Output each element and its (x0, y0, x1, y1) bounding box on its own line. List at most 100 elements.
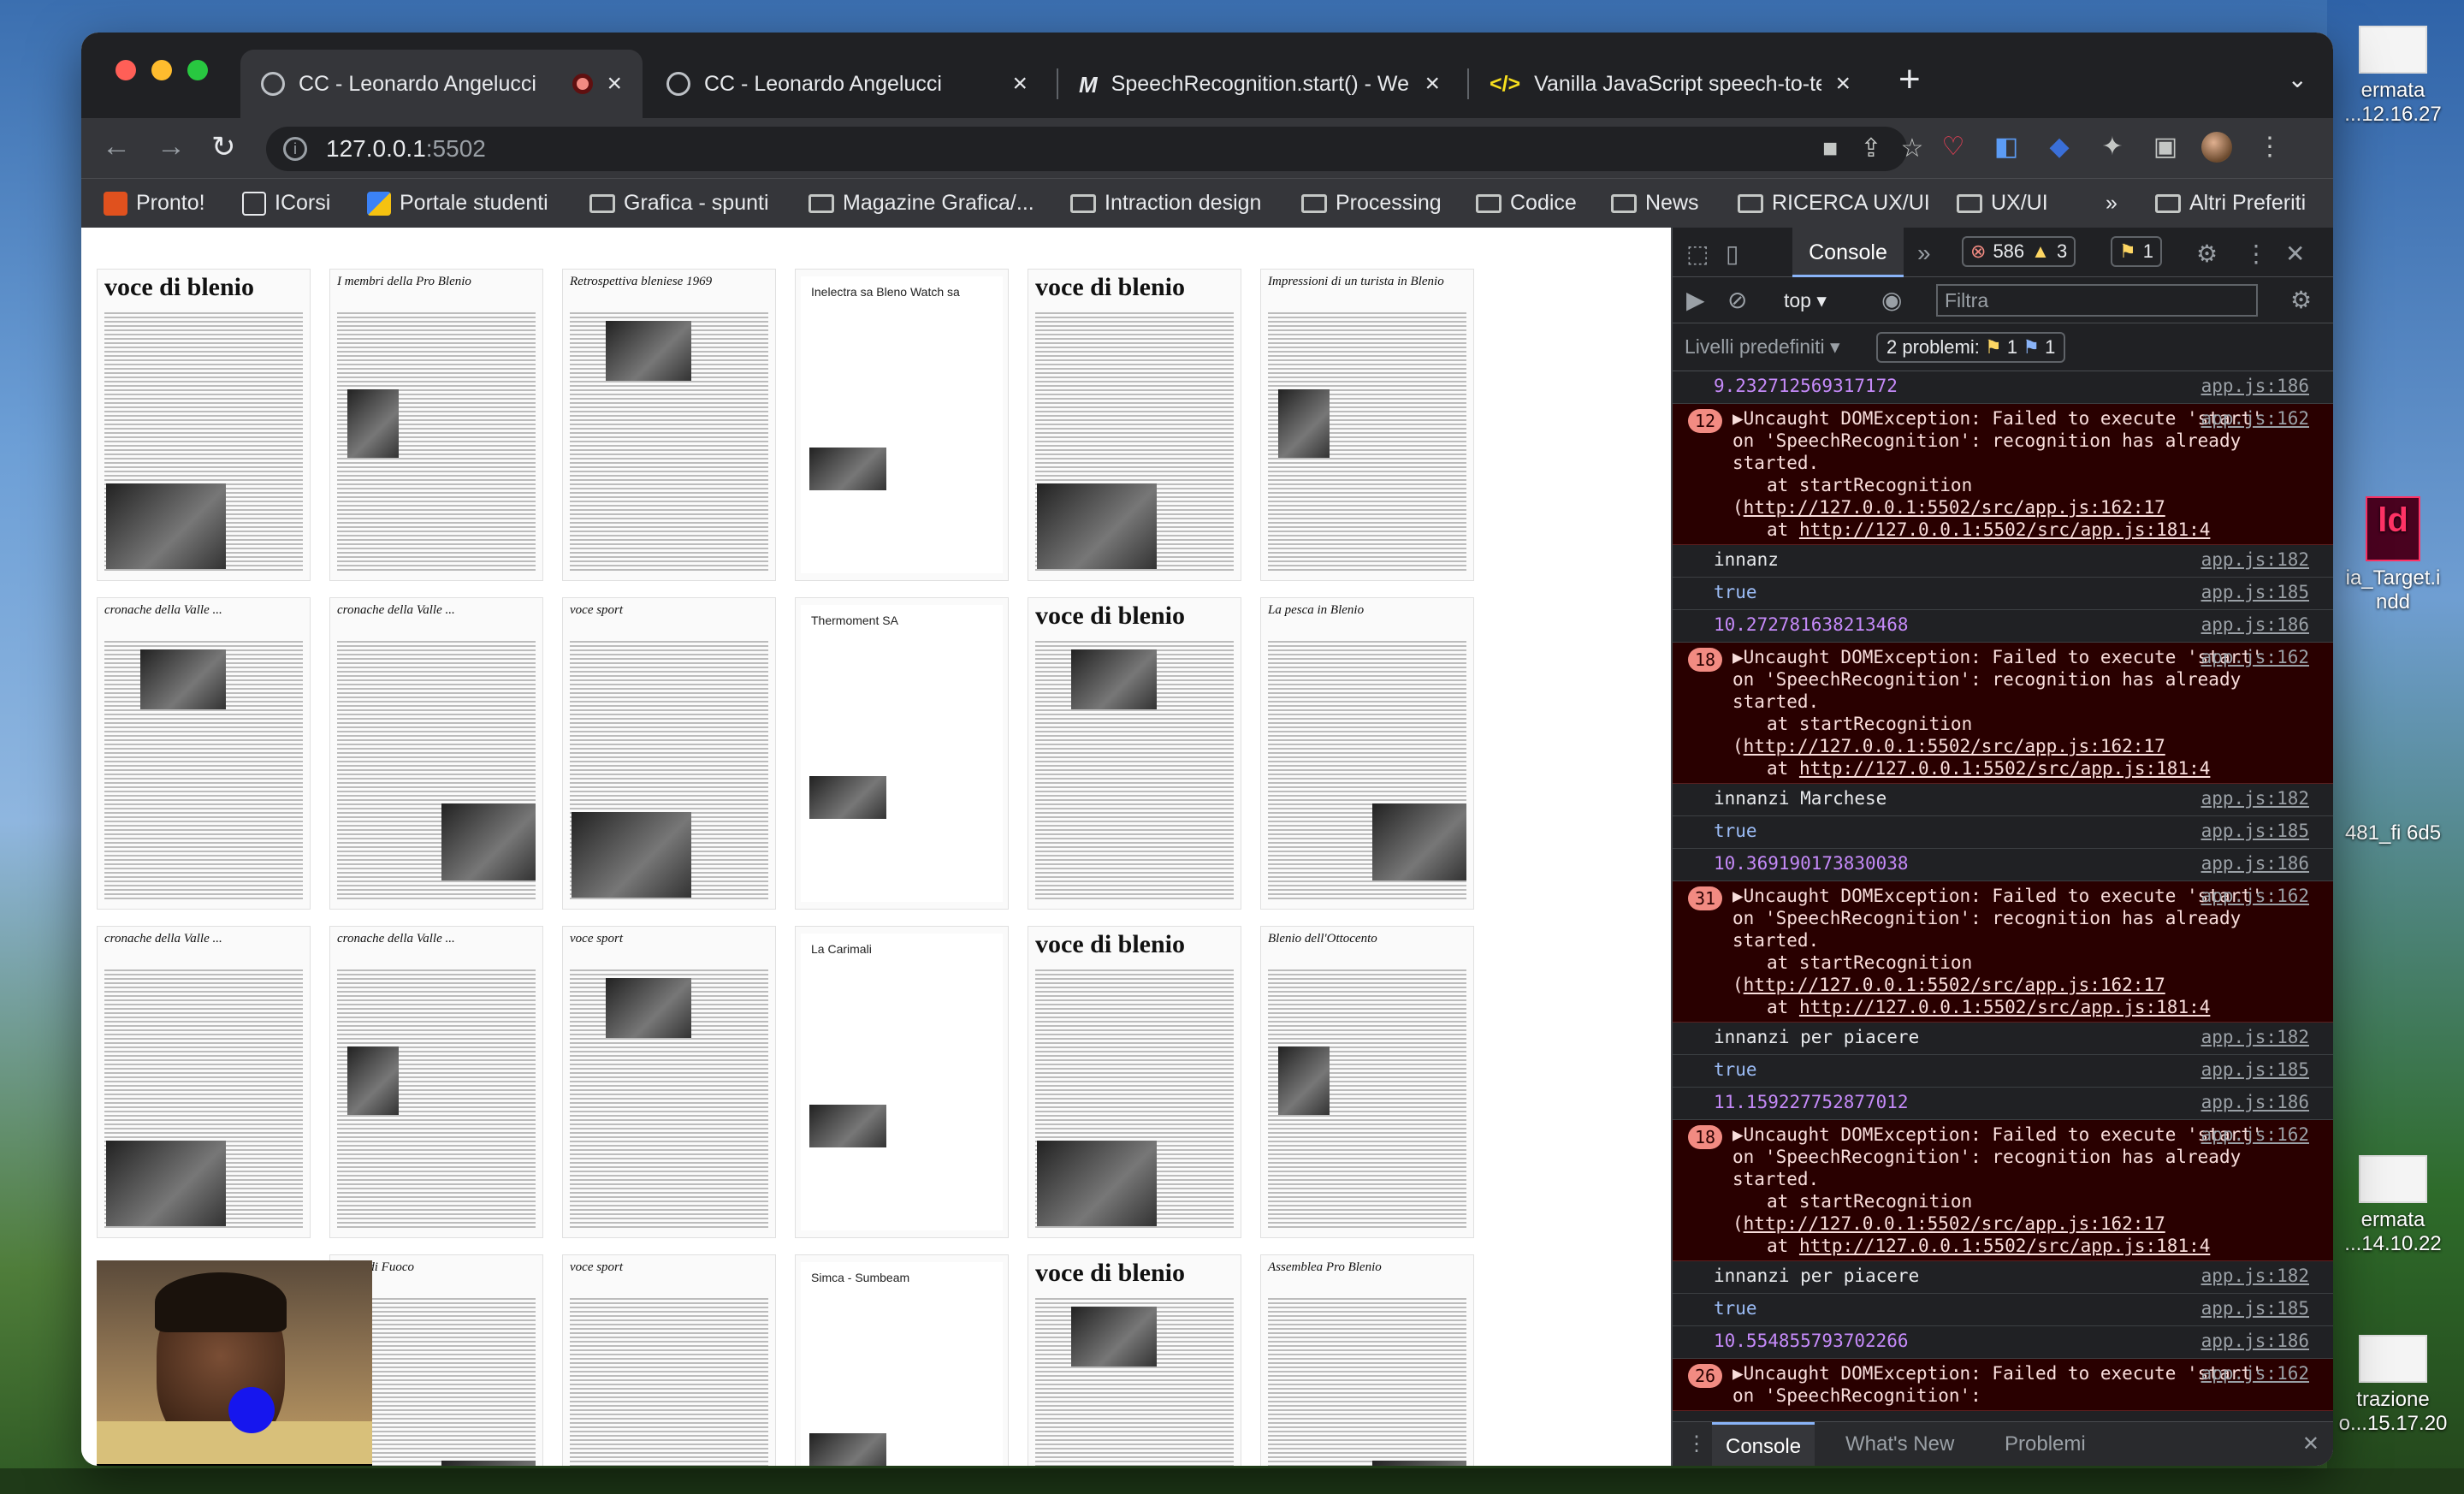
newspaper-page-thumbnail[interactable]: Blenio dell'Ottocento (1260, 926, 1474, 1238)
settings-gear-icon[interactable]: ⚙ (2196, 240, 2218, 268)
newspaper-page-thumbnail[interactable]: La pesca in Blenio (1260, 597, 1474, 910)
source-link[interactable]: app.js:186 (2201, 1330, 2309, 1352)
context-selector[interactable]: top ▾ (1784, 289, 1827, 312)
bookmark-folder-ricerca[interactable]: RICERCA UX/UI (1738, 191, 1930, 216)
source-link[interactable]: app.js:182 (2201, 787, 2309, 809)
close-window-button[interactable] (116, 60, 136, 80)
newspaper-page-thumbnail[interactable]: cronache della Valle ... (329, 926, 543, 1238)
tab-search-chevron-icon[interactable]: ⌄ (2288, 65, 2307, 93)
site-info-icon[interactable]: i (283, 137, 307, 161)
browser-menu-icon[interactable]: ⋮ (2254, 132, 2285, 163)
reading-list-icon[interactable]: ▣ (2150, 132, 2181, 163)
bookmark-star-icon[interactable]: ☆ (1897, 133, 1928, 164)
error-warning-badge[interactable]: ⊗ 586 ▲ 3 (1962, 236, 2076, 267)
close-drawer-icon[interactable]: ✕ (2289, 1422, 2333, 1466)
source-link[interactable]: app.js:162 (2201, 885, 2309, 907)
console-filter-input[interactable]: Filtra (1936, 284, 2258, 317)
close-tab-icon[interactable]: × (1424, 69, 1440, 98)
source-link[interactable]: app.js:185 (2201, 581, 2309, 603)
newspaper-page-thumbnail[interactable]: voce sport (562, 926, 776, 1238)
bookmark-folder-other[interactable]: Altri Preferiti (2155, 191, 2306, 216)
extension-dark-icon[interactable]: ◆ (2044, 132, 2075, 163)
source-link[interactable]: app.js:186 (2201, 375, 2309, 397)
share-icon[interactable]: ⇪ (1856, 133, 1886, 164)
next-button[interactable]: next (97, 1464, 372, 1466)
bookmark-icorsi[interactable]: ICorsi (242, 191, 330, 216)
stack-link[interactable]: http://127.0.0.1:5502/src/app.js:162:17 (1744, 497, 2165, 518)
inspect-element-icon[interactable]: ⬚ (1686, 240, 1709, 268)
desktop-file-extraction[interactable]: trazione o...15.17.20 (2337, 1335, 2449, 1436)
minimize-window-button[interactable] (151, 60, 172, 80)
stack-link[interactable]: http://127.0.0.1:5502/src/app.js:181:4 (1799, 1236, 2210, 1256)
newspaper-page-thumbnail[interactable]: Inelectra sa Bleno Watch sa (795, 269, 1009, 581)
close-devtools-icon[interactable]: ✕ (2285, 240, 2305, 268)
source-link[interactable]: app.js:182 (2201, 548, 2309, 571)
forward-button[interactable]: → (157, 130, 186, 163)
source-link[interactable]: app.js:182 (2201, 1026, 2309, 1048)
drawer-tab-problems[interactable]: Problemi (1991, 1422, 2100, 1466)
stack-link[interactable]: http://127.0.0.1:5502/src/app.js:162:17 (1744, 736, 2165, 756)
newspaper-page-thumbnail[interactable]: cronache della Valle ... (97, 597, 311, 910)
error-message[interactable]: ▶Uncaught DOMException: Failed to execut… (1732, 1124, 2263, 1189)
bookmarks-overflow-button[interactable]: » (2106, 191, 2118, 216)
zoom-window-button[interactable] (187, 60, 208, 80)
newspaper-page-thumbnail[interactable]: Retrospettiva bleniese 1969 (562, 269, 776, 581)
newspaper-page-thumbnail[interactable]: cronache della Valle ... (97, 926, 311, 1238)
clear-console-icon[interactable]: ⊘ (1727, 286, 1747, 314)
source-link[interactable]: app.js:162 (2201, 1362, 2309, 1384)
source-link[interactable]: app.js:185 (2201, 1058, 2309, 1081)
bookmark-folder-interaction[interactable]: Intraction design (1070, 191, 1261, 216)
camera-icon[interactable]: ■ (1815, 133, 1845, 164)
newspaper-page-thumbnail[interactable]: voce sport (562, 1254, 776, 1466)
bookmark-folder-codice[interactable]: Codice (1476, 191, 1577, 216)
stack-link[interactable]: http://127.0.0.1:5502/src/app.js:162:17 (1744, 975, 2165, 995)
source-link[interactable]: app.js:182 (2201, 1265, 2309, 1287)
source-link[interactable]: app.js:186 (2201, 1091, 2309, 1113)
bookmark-pronto[interactable]: Pronto! (104, 191, 205, 216)
close-tab-icon[interactable]: × (1835, 69, 1851, 98)
device-toolbar-icon[interactable]: ▯ (1726, 240, 1738, 268)
more-tabs-chevron-icon[interactable]: » (1917, 240, 1931, 267)
stack-link[interactable]: http://127.0.0.1:5502/src/app.js:181:4 (1799, 997, 2210, 1017)
extensions-puzzle-icon[interactable]: ✦ (2097, 132, 2128, 163)
desktop-file-hash[interactable]: 481_fi 6d5 (2337, 821, 2449, 845)
address-bar[interactable]: i 127.0.0.1:5502 ■ ⇪ ☆ (266, 127, 1923, 171)
tab-3[interactable]: M SpeechRecognition.start() - We × (1058, 50, 1460, 118)
tab-1[interactable]: CC - Leonardo Angelucci × (240, 50, 643, 118)
newspaper-page-thumbnail[interactable]: Impressioni di un turista in Blenio (1260, 269, 1474, 581)
devtools-menu-icon[interactable]: ⋮ (2244, 240, 2268, 268)
tab-console[interactable]: Console (1792, 228, 1904, 277)
bookmark-folder-uxui[interactable]: UX/UI (1957, 191, 2048, 216)
new-tab-button[interactable]: + (1898, 58, 1921, 101)
log-levels-dropdown[interactable]: Livelli predefiniti ▾ (1685, 335, 1840, 359)
console-settings-gear-icon[interactable]: ⚙ (2290, 286, 2312, 314)
sidebar-toggle-icon[interactable]: ▶ (1686, 286, 1705, 314)
source-link[interactable]: app.js:185 (2201, 1297, 2309, 1319)
live-expression-eye-icon[interactable]: ◉ (1881, 286, 1902, 314)
stack-link[interactable]: http://127.0.0.1:5502/src/app.js:162:17 (1744, 1213, 2165, 1234)
newspaper-page-thumbnail[interactable]: Assemblea Pro Blenio (1260, 1254, 1474, 1466)
error-message[interactable]: ▶Uncaught DOMException: Failed to execut… (1732, 647, 2263, 712)
source-link[interactable]: app.js:162 (2201, 407, 2309, 430)
newspaper-page-thumbnail[interactable]: voce di blenio (1028, 926, 1241, 1238)
pocket-icon[interactable]: ♡ (1938, 132, 1969, 163)
desktop-file-indd[interactable]: ld ia_Target.i ndd (2337, 496, 2449, 614)
newspaper-page-thumbnail[interactable]: Thermoment SA (795, 597, 1009, 910)
drawer-tab-console[interactable]: Console (1712, 1422, 1815, 1466)
stack-link[interactable]: http://127.0.0.1:5502/src/app.js:181:4 (1799, 519, 2210, 540)
close-tab-icon[interactable]: × (1012, 69, 1028, 98)
problems-button[interactable]: 2 problemi: ⚑ 1 ⚑ 1 (1876, 332, 2066, 363)
bookmark-folder-news[interactable]: News (1611, 191, 1699, 216)
newspaper-page-thumbnail[interactable]: voce di blenio (1028, 269, 1241, 581)
source-link[interactable]: app.js:162 (2201, 1123, 2309, 1146)
reload-button[interactable]: ↻ (211, 130, 236, 164)
tab-4[interactable]: </> Vanilla JavaScript speech-to-te × (1469, 50, 1871, 118)
newspaper-page-thumbnail[interactable]: I membri della Pro Blenio (329, 269, 543, 581)
stack-link[interactable]: http://127.0.0.1:5502/src/app.js:181:4 (1799, 758, 2210, 779)
extension-blue-icon[interactable]: ◧ (1991, 132, 2022, 163)
bookmark-folder-magazine[interactable]: Magazine Grafica/... (808, 191, 1034, 216)
drawer-tab-whats-new[interactable]: What's New (1832, 1422, 1968, 1466)
error-message[interactable]: ▶Uncaught DOMException: Failed to execut… (1732, 408, 2263, 473)
desktop-file-screenshot-2[interactable]: ermata ...14.10.22 (2337, 1155, 2449, 1256)
newspaper-page-thumbnail[interactable]: Simca - Sumbeam (795, 1254, 1009, 1466)
